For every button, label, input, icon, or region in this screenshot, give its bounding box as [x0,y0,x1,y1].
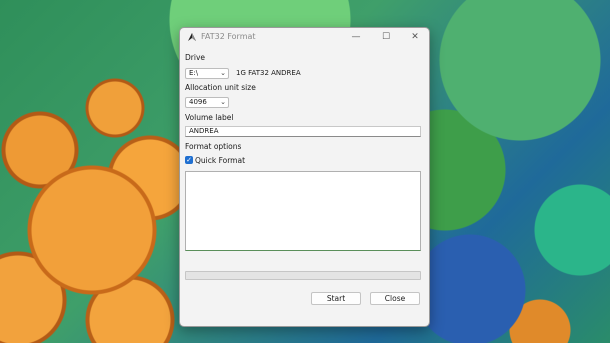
format-progress-bar [185,271,421,280]
chevron-down-icon: ⌄ [220,69,226,77]
drive-selected-value: E:\ [189,69,199,77]
drive-select[interactable]: E:\ ⌄ [185,68,229,79]
volume-label-input[interactable]: ANDREA [185,126,421,137]
output-log-area[interactable] [185,171,421,251]
close-icon: ✕ [411,32,419,42]
format-options-label: Format options [185,142,242,151]
volume-label-value: ANDREA [189,127,219,135]
volume-label-caption: Volume label [185,113,234,122]
close-button[interactable]: Close [370,292,420,305]
drive-label: Drive [185,53,205,62]
checkmark-icon: ✓ [186,156,192,164]
title-bar[interactable]: FAT32 Format — ☐ ✕ [180,28,429,46]
allocation-unit-select[interactable]: 4096 ⌄ [185,97,229,108]
window-title: FAT32 Format [201,32,256,41]
maximize-button[interactable]: ☐ [373,29,399,45]
drive-info: 1G FAT32 ANDREA [236,69,301,77]
close-window-button[interactable]: ✕ [402,29,428,45]
start-button[interactable]: Start [311,292,361,305]
minimize-icon: — [351,32,361,42]
quick-format-label[interactable]: Quick Format [195,156,245,165]
maximize-icon: ☐ [381,32,391,42]
quick-format-checkbox[interactable]: ✓ [185,156,193,164]
fat32-app-icon [188,33,196,41]
allocation-unit-label: Allocation unit size [185,83,256,92]
allocation-selected-value: 4096 [189,98,207,106]
minimize-button[interactable]: — [343,29,369,45]
chevron-down-icon: ⌄ [220,98,226,106]
fat32-format-window: FAT32 Format — ☐ ✕ Drive E:\ ⌄ 1G FAT32 … [179,27,430,327]
